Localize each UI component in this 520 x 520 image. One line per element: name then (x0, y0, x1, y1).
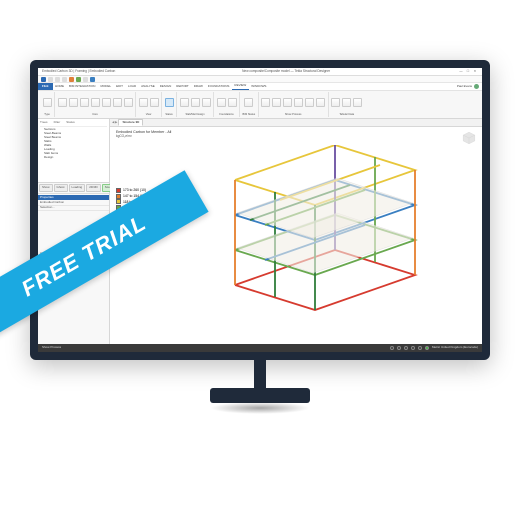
ribbon-group-show: Show Process (259, 92, 329, 117)
ribbon-group-view: View (136, 92, 162, 117)
prop-tab-loading[interactable]: Loading (69, 184, 86, 192)
ribbon-group-bimstatus: BIM Status (240, 92, 259, 117)
prop-tab-ghost[interactable]: Ghost (54, 184, 68, 192)
tab-foundations[interactable]: FOUNDATIONS (205, 83, 232, 90)
status-bar: Show Process Metric United Kingdom (Euro… (38, 344, 482, 352)
embodied-carbon-button[interactable] (165, 98, 174, 107)
tree-item[interactable]: Design (40, 156, 107, 160)
status-left[interactable]: Show Process (42, 346, 61, 350)
ribbon-icon[interactable] (283, 98, 292, 107)
tab-review[interactable]: REVIEW (232, 83, 249, 90)
tab-load[interactable]: LOAD (125, 83, 138, 90)
ribbon-group-status: Status (162, 92, 177, 117)
ribbon-group-tabular: Tabular Data (329, 92, 365, 117)
status-dot-active[interactable] (425, 346, 429, 350)
ribbon-icon[interactable] (244, 98, 253, 107)
ribbon-group-type: Type (40, 92, 55, 117)
ribbon-icon[interactable] (316, 98, 325, 107)
legend-swatch (116, 199, 121, 204)
app-screen: Embodied Carbon 3D | Framing | Embodied … (38, 68, 482, 352)
qa-icon-1[interactable] (69, 77, 74, 82)
legend-row: 173 to 260 (10) (116, 188, 146, 193)
minimize-button[interactable]: — (458, 69, 464, 75)
view-cube-icon[interactable] (462, 131, 476, 145)
title-bar: Embodied Carbon 3D | Framing | Embodied … (38, 68, 482, 76)
tab-home[interactable]: HOME (53, 83, 67, 90)
ribbon-icon[interactable] (102, 98, 111, 107)
ribbon-icon[interactable] (272, 98, 281, 107)
qa-icon-3[interactable] (83, 77, 88, 82)
menu-bar: FILE HOME BIM INTEGRATION MODEL EDIT LOA… (38, 83, 482, 91)
status-dot[interactable] (418, 346, 422, 350)
tab-draw[interactable]: DRAW (191, 83, 205, 90)
tab-design[interactable]: DESIGN (157, 83, 174, 90)
save-icon[interactable] (48, 77, 53, 82)
close-button[interactable]: ✕ (472, 69, 478, 75)
ribbon-icon[interactable] (58, 98, 67, 107)
ribbon-icon[interactable] (191, 98, 200, 107)
legend-swatch (116, 194, 121, 199)
ribbon-icon[interactable] (150, 98, 159, 107)
ribbon-icon[interactable] (139, 98, 148, 107)
ribbon-icon[interactable] (342, 98, 351, 107)
legend-swatch (116, 188, 121, 193)
structural-model-3d[interactable] (215, 145, 445, 315)
ribbon-icon[interactable] (43, 98, 52, 107)
status-dot[interactable] (390, 346, 394, 350)
ribbon-group-slab: Slab/Mat Design (177, 92, 214, 117)
ribbon-icon[interactable] (305, 98, 314, 107)
ribbon-icon[interactable] (180, 98, 189, 107)
avatar-icon (474, 84, 479, 89)
qa-icon-4[interactable] (90, 77, 95, 82)
ribbon-icon[interactable] (113, 98, 122, 107)
status-dot[interactable] (404, 346, 408, 350)
tab-edit[interactable]: EDIT (114, 83, 126, 90)
viewport-unit: kgCO₂e/m² (116, 135, 132, 139)
redo-icon[interactable] (62, 77, 67, 82)
ribbon-icon[interactable] (261, 98, 270, 107)
ribbon-icon[interactable] (202, 98, 211, 107)
ribbon-icon[interactable] (91, 98, 100, 107)
ribbon-group-core: Core (55, 92, 136, 117)
tree-headers: Trees Filter Status (40, 121, 107, 127)
ribbon-icon[interactable] (217, 98, 226, 107)
view-tab-3d[interactable]: Structure 3D (118, 119, 143, 127)
ribbon-icon[interactable] (80, 98, 89, 107)
tab-bim[interactable]: BIM INTEGRATION (67, 83, 98, 90)
ribbon: Type Core View Status Slab/Mat Design Fo… (38, 91, 482, 119)
qa-icon-2[interactable] (76, 77, 81, 82)
app-icon (41, 77, 46, 82)
ribbon-group-found: Foundations (214, 92, 240, 117)
ribbon-icon[interactable] (353, 98, 362, 107)
maximize-button[interactable]: ☐ (465, 69, 471, 75)
title-left: Embodied Carbon 3D | Framing | Embodied … (42, 70, 115, 74)
view-tabs: ◀ ▶ Structure 3D (110, 119, 482, 127)
ribbon-icon[interactable] (124, 98, 133, 107)
monitor-frame: Embodied Carbon 3D | Framing | Embodied … (30, 60, 490, 360)
ribbon-icon[interactable] (331, 98, 340, 107)
ribbon-icon[interactable] (228, 98, 237, 107)
tree-pane: Trees Filter Status Sections Steel-Beams… (38, 119, 109, 183)
status-right: Metric United Kingdom (Eurocode) (432, 346, 478, 350)
status-dot[interactable] (397, 346, 401, 350)
user-chip[interactable]: Paul Evans (454, 83, 482, 90)
quick-access-toolbar (38, 76, 482, 83)
tab-model[interactable]: MODEL (98, 83, 114, 90)
undo-icon[interactable] (55, 77, 60, 82)
ribbon-icon[interactable] (69, 98, 78, 107)
ribbon-icon[interactable] (294, 98, 303, 107)
prop-tab-show[interactable]: Show (39, 184, 53, 192)
prop-tab-2d3d[interactable]: 2D/3D (86, 184, 101, 192)
status-dot[interactable] (411, 346, 415, 350)
title-mid: New composite/Composite model — Tekla St… (242, 70, 330, 74)
monitor-stand (210, 352, 310, 414)
tab-analyse[interactable]: ANALYSE (139, 83, 158, 90)
tab-report[interactable]: REPORT (174, 83, 191, 90)
tab-windows[interactable]: WINDOWS (249, 83, 269, 90)
file-tab[interactable]: FILE (38, 83, 53, 90)
user-name: Paul Evans (457, 85, 472, 89)
